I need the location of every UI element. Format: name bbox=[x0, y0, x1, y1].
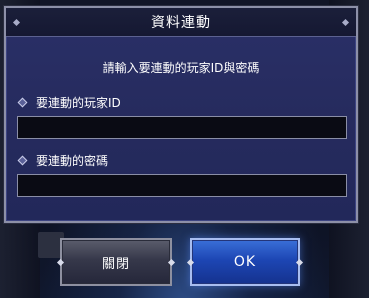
close-button[interactable]: 關閉 bbox=[56, 238, 176, 286]
diamond-ornament-icon bbox=[12, 18, 21, 27]
dialog-title: 資料連動 bbox=[151, 15, 211, 31]
password-input[interactable] bbox=[17, 174, 347, 197]
password-label-text: 要連動的密碼 bbox=[36, 153, 109, 168]
instruction-text: 請輸入要連動的玩家ID與密碼 bbox=[102, 61, 260, 75]
player-id-label-text: 要連動的玩家ID bbox=[36, 95, 121, 110]
ok-button-label: OK bbox=[233, 254, 257, 270]
player-id-label: 要連動的玩家ID bbox=[17, 94, 121, 110]
account-link-dialog: 資料連動 請輸入要連動的玩家ID與密碼 要連動的玩家ID 要連動的密碼 bbox=[4, 6, 358, 223]
player-id-input[interactable] bbox=[17, 116, 347, 139]
password-label: 要連動的密碼 bbox=[17, 152, 109, 168]
dialog-header: 資料連動 bbox=[6, 8, 356, 37]
diamond-bullet-icon bbox=[17, 97, 28, 107]
diamond-bullet-icon bbox=[17, 155, 28, 165]
diamond-ornament-icon bbox=[341, 18, 350, 27]
ok-button[interactable]: OK bbox=[186, 238, 304, 286]
close-button-label: 關閉 bbox=[101, 256, 130, 272]
